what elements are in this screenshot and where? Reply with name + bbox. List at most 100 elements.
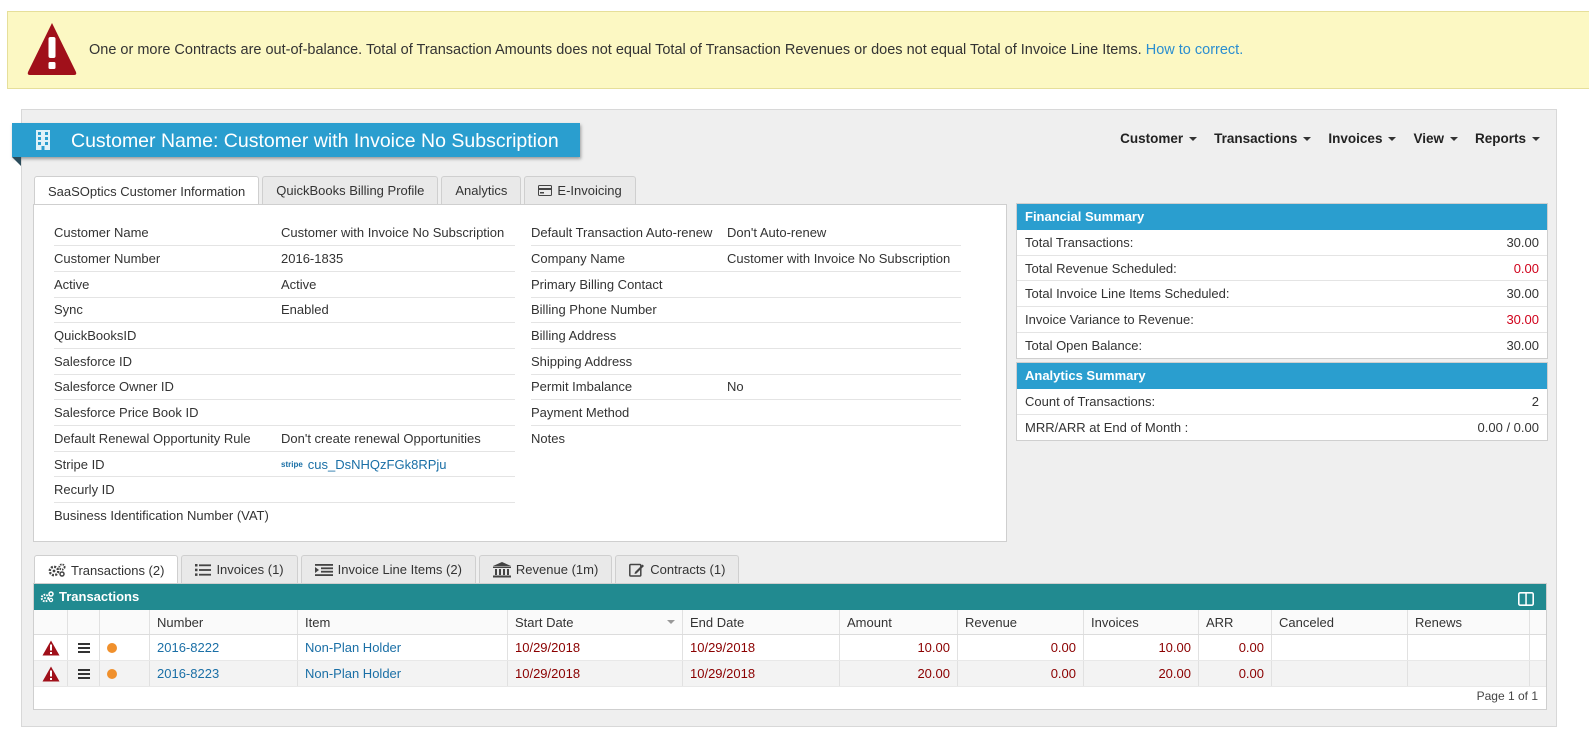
sort-down-icon[interactable]	[667, 620, 675, 624]
transaction-number-link[interactable]: 2016-8222	[157, 640, 219, 655]
warning-icon	[42, 640, 59, 655]
field-label: Company Name	[531, 245, 727, 272]
column-header-label: Start Date	[515, 614, 574, 630]
customer-info-box: Customer Name Customer with Invoice No Su…	[33, 204, 1007, 542]
out-of-balance-alert: One or more Contracts are out-of-balance…	[7, 11, 1589, 89]
field-label: Salesforce Owner ID	[54, 374, 281, 401]
column-header-label: Number	[157, 614, 204, 630]
summary-value: 2	[1531, 393, 1539, 409]
nav-transactions[interactable]: Transactions	[1214, 131, 1312, 146]
field-value	[281, 322, 515, 349]
item-link[interactable]: Non-Plan Holder	[305, 666, 401, 681]
field-value: Customer with Invoice No Subscription	[727, 245, 961, 272]
transaction-number-link[interactable]: 2016-8223	[157, 666, 219, 681]
column-header-label: Amount	[847, 614, 892, 630]
page-title: Customer Name: Customer with Invoice No …	[71, 130, 559, 152]
summary-row-count-of-transactions: Count of Transactions: 2	[1017, 389, 1547, 415]
field-label: QuickBooksID	[54, 322, 281, 349]
cell-number[interactable]: 2016-8222	[150, 635, 298, 660]
credit-card-icon	[538, 185, 553, 196]
nav-customer[interactable]: Customer	[1120, 131, 1198, 146]
field-label: Permit Imbalance	[531, 374, 727, 401]
column-header-start-date[interactable]: Start Date	[508, 610, 683, 634]
field-value	[281, 348, 515, 375]
cell-item[interactable]: Non-Plan Holder	[298, 635, 508, 660]
summary-label: MRR/ARR at End of Month :	[1025, 420, 1189, 436]
tab-contracts[interactable]: Contracts (1)	[615, 555, 740, 583]
column-header-arr[interactable]: ARR	[1199, 610, 1272, 634]
row-menu-cell[interactable]	[68, 635, 100, 660]
summary-value: 30.00	[1506, 338, 1539, 354]
tab-revenue[interactable]: Revenue (1m)	[478, 555, 613, 583]
stripe-id-link[interactable]: cus_DsNHQzFGk8RPju	[308, 457, 447, 472]
field-row-salesforce-owner-id: Salesforce Owner ID	[54, 374, 515, 401]
field-row-company-name: Company Name Customer with Invoice No Sub…	[531, 245, 961, 272]
field-row-billing-phone-number: Billing Phone Number	[531, 297, 961, 324]
column-header-amount[interactable]: Amount	[840, 610, 958, 634]
field-value	[727, 348, 961, 375]
field-value: Customer with Invoice No Subscription	[281, 220, 515, 247]
field-label: Sync	[54, 297, 281, 324]
tab-invoice-line-items[interactable]: Invoice Line Items (2)	[300, 555, 476, 583]
warning-icon	[42, 666, 59, 681]
field-row-default-transaction-auto-renew: Default Transaction Auto-renew Don't Auto…	[531, 220, 961, 247]
column-header-end-date[interactable]: End Date	[683, 610, 840, 634]
summary-label: Total Open Balance:	[1025, 338, 1143, 354]
alert-message: One or more Contracts are out-of-balance…	[89, 42, 1142, 58]
cell-number[interactable]: 2016-8223	[150, 661, 298, 686]
split-panel-icon[interactable]	[1518, 589, 1534, 615]
table-row[interactable]: 2016-8223 Non-Plan Holder 10/29/2018 10/29/…	[34, 661, 1546, 687]
analytics-summary-title: Analytics Summary	[1017, 363, 1547, 389]
tab-analytics[interactable]: Analytics	[441, 176, 522, 204]
grid-icon-column-header	[34, 610, 68, 634]
gears-icon	[40, 591, 54, 603]
nav-reports[interactable]: Reports	[1475, 131, 1540, 146]
field-value	[727, 271, 961, 298]
how-to-correct-link[interactable]: How to correct.	[1146, 42, 1244, 58]
column-header-renews[interactable]: Renews	[1408, 610, 1530, 634]
table-row[interactable]: 2016-8222 Non-Plan Holder 10/29/2018 10/29/…	[34, 635, 1546, 661]
field-value: No	[727, 374, 961, 401]
tab-saasoptics-customer-information[interactable]: SaaSOptics Customer Information	[34, 176, 260, 205]
field-row-default-renewal-opportunity-rule: Default Renewal Opportunity Rule Don't cr…	[54, 425, 515, 452]
transactions-grid: Transactions Number Item Start Date End Dat…	[33, 583, 1547, 710]
chevron-down-icon	[1449, 136, 1458, 141]
item-link[interactable]: Non-Plan Holder	[305, 640, 401, 655]
column-header-invoices[interactable]: Invoices	[1084, 610, 1199, 634]
cell-item[interactable]: Non-Plan Holder	[298, 661, 508, 686]
bank-icon	[492, 561, 511, 578]
tab-transactions[interactable]: Transactions (2)	[34, 555, 179, 584]
field-row-shipping-address: Shipping Address	[531, 348, 961, 375]
field-label: Customer Number	[54, 245, 281, 272]
nav-invoices[interactable]: Invoices	[1328, 131, 1397, 146]
column-header-canceled[interactable]: Canceled	[1272, 610, 1408, 634]
field-label: Shipping Address	[531, 348, 727, 375]
field-value: Enabled	[281, 297, 515, 324]
status-dot-icon	[107, 668, 117, 679]
column-header-revenue[interactable]: Revenue	[958, 610, 1084, 634]
tab-e-invoicing[interactable]: E-Invoicing	[524, 176, 636, 204]
field-row-customer-name: Customer Name Customer with Invoice No Su…	[54, 220, 515, 247]
left-fields-table: Customer Name Customer with Invoice No Su…	[54, 220, 515, 528]
tab-quickbooks-billing-profile[interactable]: QuickBooks Billing Profile	[262, 176, 439, 204]
tab-invoices[interactable]: Invoices (1)	[181, 555, 298, 583]
hamburger-menu-icon[interactable]	[77, 668, 90, 679]
cell-renews	[1408, 661, 1530, 686]
field-value	[281, 374, 515, 401]
cell-amount: 10.00	[840, 635, 958, 660]
column-header-item[interactable]: Item	[298, 610, 508, 634]
field-value	[281, 399, 515, 426]
field-row-quickbooksid: QuickBooksID	[54, 322, 515, 349]
summary-row-total-open-balance: Total Open Balance: 30.00	[1017, 333, 1547, 359]
column-header-number[interactable]: Number	[150, 610, 298, 634]
row-menu-cell[interactable]	[68, 661, 100, 686]
row-warning-cell	[34, 661, 68, 686]
cell-arr: 0.00	[1199, 635, 1272, 660]
field-label: Salesforce Price Book ID	[54, 399, 281, 426]
bottom-tabs: Transactions (2) Invoices (1) Invoice Li…	[34, 555, 742, 584]
row-status-cell	[100, 661, 150, 686]
field-label: Stripe ID	[54, 451, 281, 478]
nav-view[interactable]: View	[1413, 131, 1458, 146]
cell-renews	[1408, 635, 1530, 660]
hamburger-menu-icon[interactable]	[77, 642, 90, 653]
